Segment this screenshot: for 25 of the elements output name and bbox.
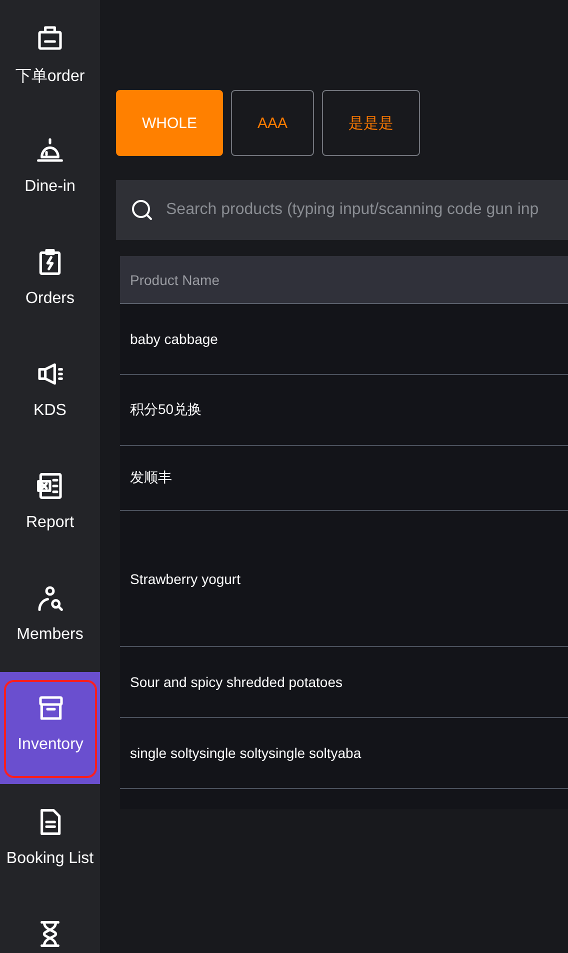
report-icon	[36, 472, 64, 500]
search-bar[interactable]: Search products (typing input/scanning code gun inp	[116, 180, 568, 240]
nav-item[interactable]: Dine-in	[0, 112, 100, 224]
category-tab[interactable]: 是是是	[322, 90, 420, 156]
nav-item[interactable]: Booking List	[0, 784, 100, 896]
column-header: Product Name	[129, 272, 220, 288]
nav-item[interactable]: 下单order	[0, 0, 100, 112]
search-field[interactable]: Search products (typing input/scanning code gun inp	[166, 201, 568, 219]
nav-item[interactable]: Orders	[0, 224, 100, 336]
bell-icon	[36, 136, 64, 164]
person-search-icon	[36, 584, 64, 612]
table-cell-text: baby cabbage	[129, 331, 218, 347]
box-icon	[36, 694, 64, 722]
table-cell-text: 积分50兑换	[129, 401, 202, 419]
search-icon	[130, 198, 154, 222]
table-cell-text: Sour and spicy shredded potatoes	[129, 674, 342, 690]
table-cell-text: Strawberry yogurt	[129, 570, 240, 586]
nav-item[interactable]: Inventory	[4, 680, 97, 778]
nav-item[interactable]: KDS	[0, 336, 100, 448]
nav-item[interactable]: Members	[0, 560, 100, 672]
bag-icon	[36, 24, 64, 52]
table-cell-text: 发顺丰	[129, 469, 172, 487]
nav-item[interactable]: Report	[0, 448, 100, 560]
category-tab[interactable]: AAA	[231, 90, 314, 156]
table-cell-text: single soltysingle soltysingle soltyaba	[129, 745, 362, 761]
